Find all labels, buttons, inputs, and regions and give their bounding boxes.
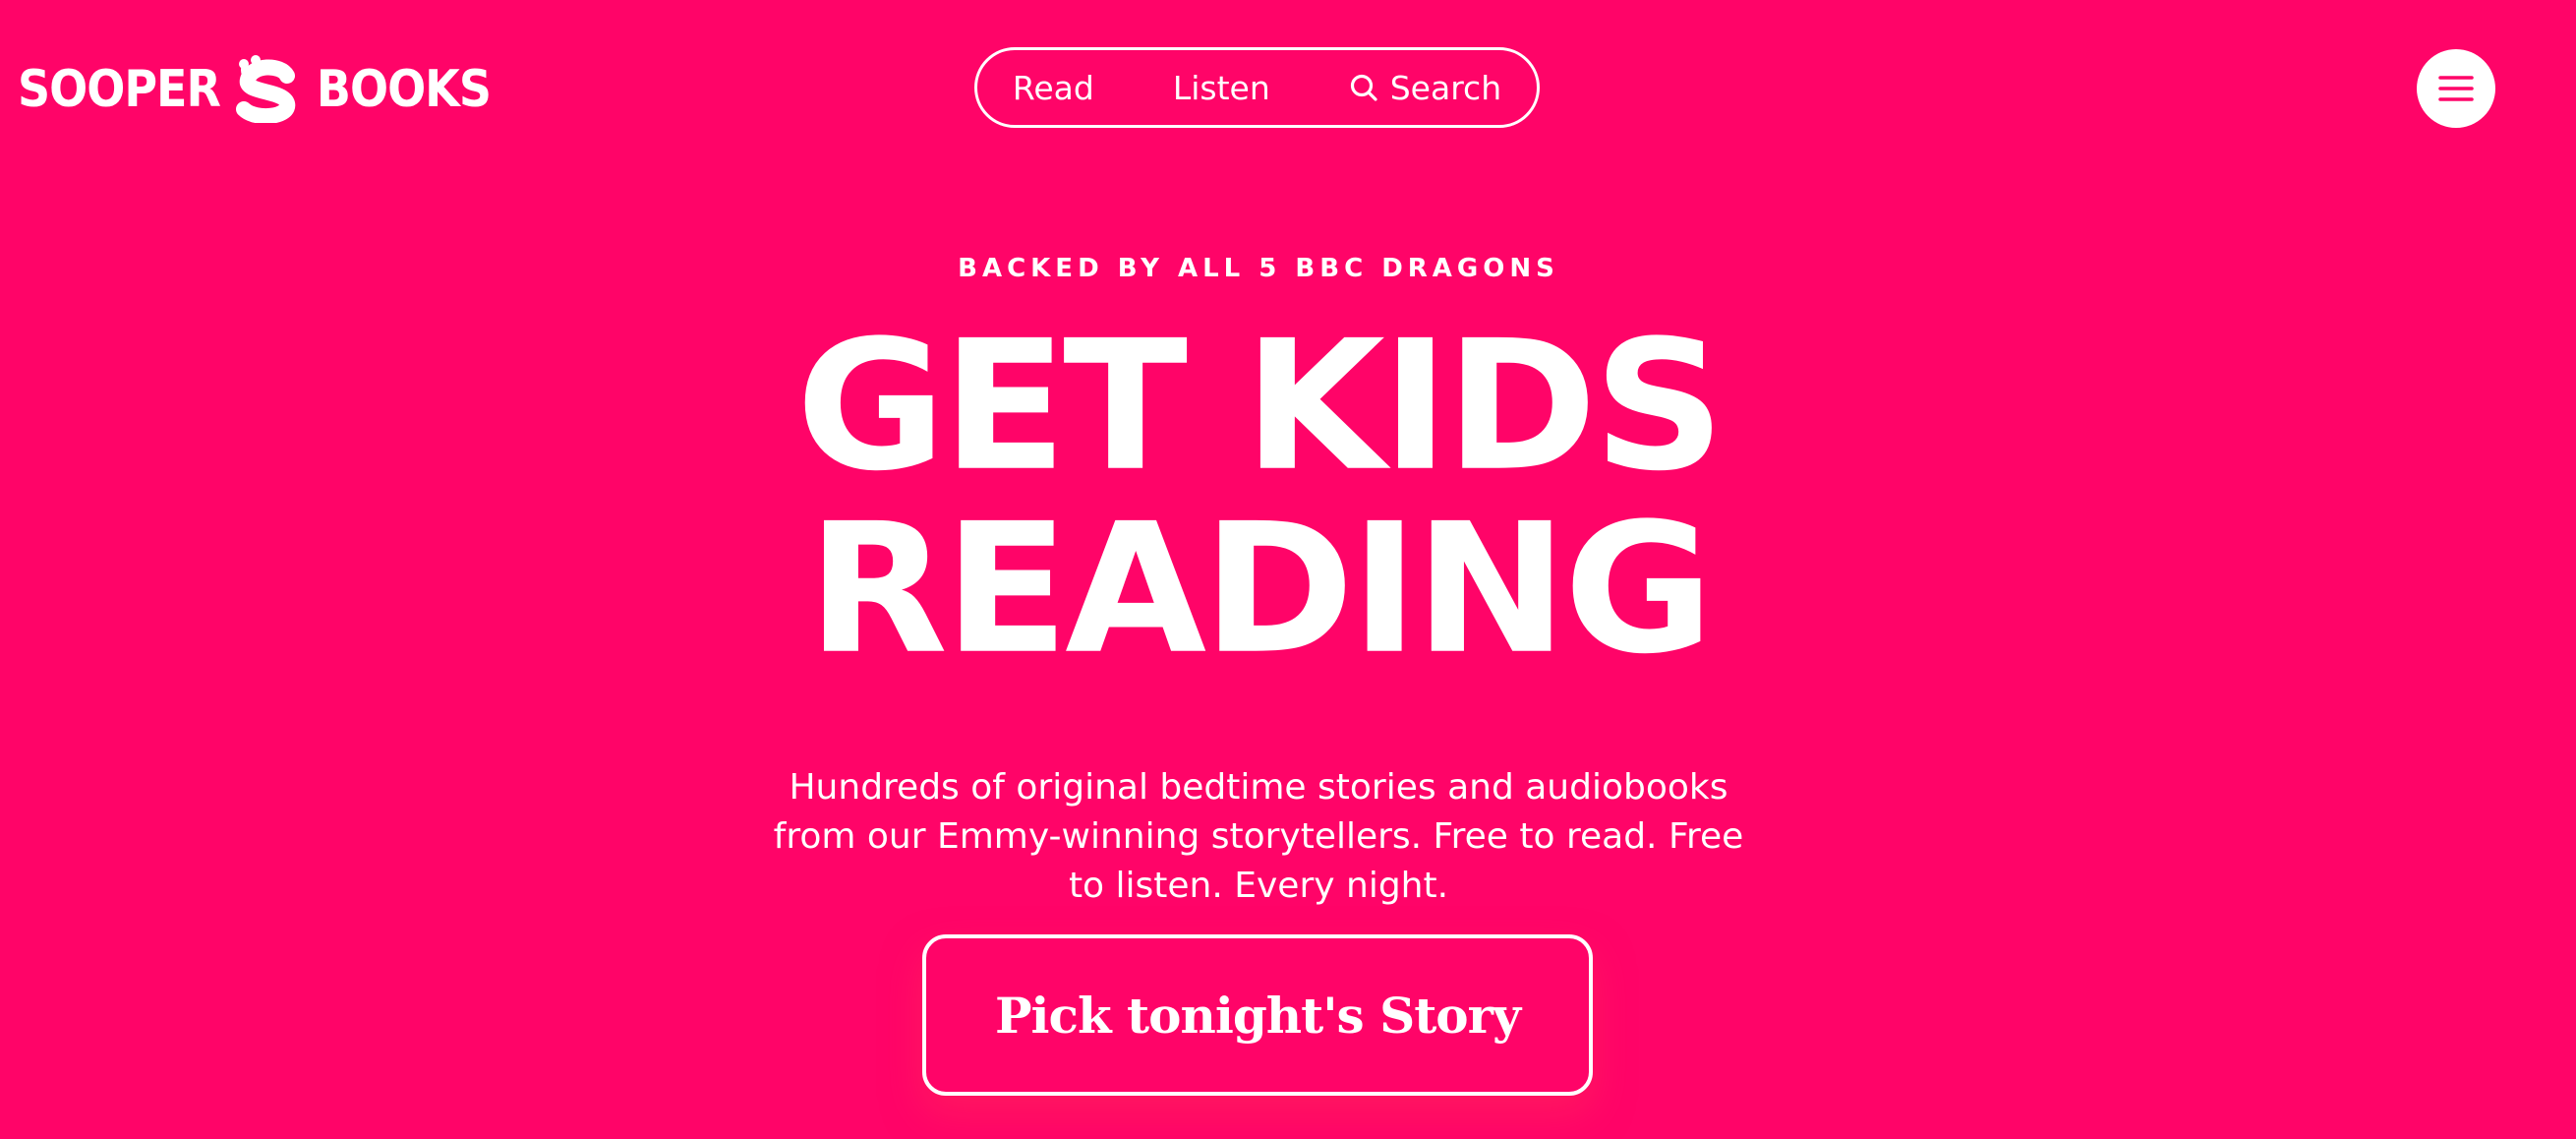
nav-item-search-label: Search bbox=[1389, 68, 1502, 107]
hero-subtitle: Hundreds of original bedtime stories and… bbox=[773, 767, 1744, 906]
nav-item-search[interactable]: Search bbox=[1310, 68, 1541, 107]
logo-word-left: SOOPER bbox=[18, 58, 221, 119]
sooper-s-worm-icon bbox=[235, 55, 295, 123]
page: SOOPER BOOKS Read Listen Search BACKED B… bbox=[0, 0, 2576, 1139]
hero-eyebrow: BACKED BY ALL 5 BBC DRAGONS bbox=[958, 254, 1559, 283]
nav-item-read-label: Read bbox=[1012, 68, 1094, 107]
nav-item-listen-label: Listen bbox=[1172, 68, 1270, 107]
search-icon bbox=[1350, 74, 1377, 101]
hamburger-menu-icon bbox=[2438, 76, 2474, 101]
hero-headline-line-2: READING bbox=[806, 484, 1714, 693]
nav-item-listen[interactable]: Listen bbox=[1134, 68, 1310, 107]
sooper-books-logo[interactable]: SOOPER BOOKS bbox=[18, 49, 492, 128]
pick-story-button[interactable]: Pick tonight's Story bbox=[922, 934, 1593, 1096]
hero-headline-line-1: GET KIDS bbox=[795, 301, 1725, 510]
menu-button[interactable] bbox=[2417, 49, 2495, 128]
main-nav: Read Listen Search bbox=[974, 47, 1540, 128]
logo-word-right: BOOKS bbox=[316, 58, 492, 119]
hero-headline: GET KIDS READING bbox=[0, 315, 2517, 681]
nav-item-read[interactable]: Read bbox=[973, 68, 1134, 107]
